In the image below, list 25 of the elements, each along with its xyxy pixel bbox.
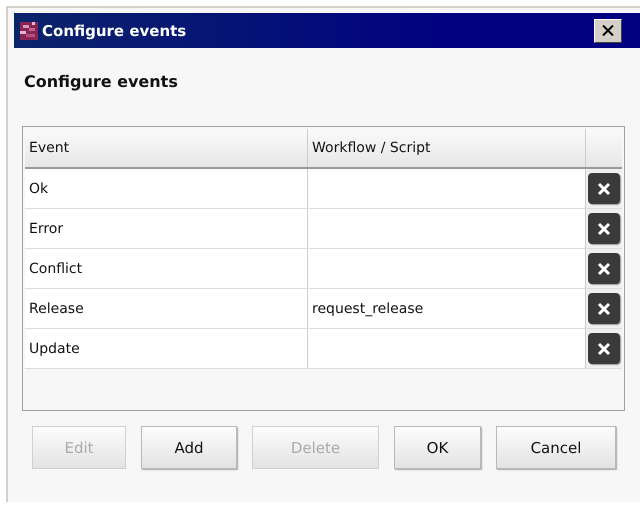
close-icon [597, 342, 611, 356]
close-icon [597, 302, 611, 316]
remove-button[interactable] [588, 213, 620, 244]
remove-button[interactable] [588, 173, 620, 204]
column-header[interactable]: Workflow / Script [308, 129, 586, 167]
column-header[interactable]: Event [25, 129, 308, 167]
close-button[interactable] [594, 18, 622, 42]
close-icon [597, 182, 611, 196]
table-cell: Update [25, 329, 308, 368]
dialog-button[interactable]: Add [141, 426, 237, 469]
remove-button[interactable] [588, 253, 620, 284]
close-icon [597, 222, 611, 236]
remove-button[interactable] [588, 333, 620, 364]
dialog-button[interactable]: OK [394, 426, 481, 469]
table-cell: Release [25, 289, 308, 328]
table-cell: Ok [25, 169, 308, 208]
close-icon [602, 25, 614, 36]
dialog-heading: Configure events [24, 72, 179, 91]
window-title: Configure events [42, 22, 188, 40]
dialog-button[interactable]: Cancel [496, 426, 616, 469]
table-cell: Conflict [25, 249, 308, 288]
table-cell: Error [25, 209, 308, 248]
remove-button[interactable] [588, 293, 620, 324]
app-icon [20, 22, 38, 40]
close-icon [597, 262, 611, 276]
